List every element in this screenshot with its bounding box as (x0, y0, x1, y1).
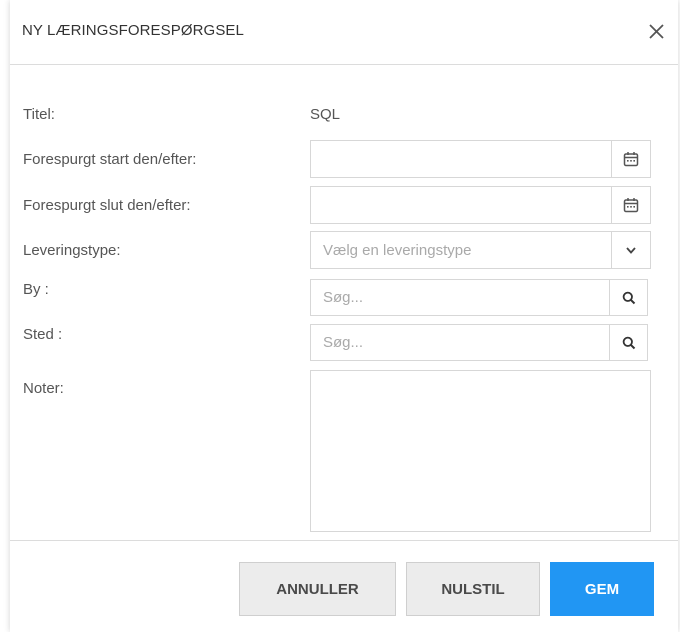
calendar-icon (623, 152, 639, 167)
end-date-calendar-button[interactable] (611, 187, 650, 223)
search-icon (622, 291, 635, 304)
end-date-label: Forespurgt slut den/efter: (23, 197, 191, 214)
delivery-type-label: Leveringstype: (23, 242, 121, 259)
calendar-icon (623, 198, 639, 213)
search-icon (622, 336, 635, 349)
save-button[interactable]: GEM (550, 562, 654, 616)
title-label: Titel: (23, 106, 55, 123)
start-date-calendar-button[interactable] (611, 141, 650, 177)
start-date-field (310, 140, 651, 178)
notes-textarea[interactable] (311, 371, 650, 531)
start-date-input[interactable] (311, 141, 611, 177)
place-label: Sted : (23, 326, 63, 343)
dialog-header: NY LÆRINGSFORESPØRGSEL (10, 0, 678, 65)
reset-button[interactable]: NULSTIL (406, 562, 540, 616)
start-date-label: Forespurgt start den/efter: (23, 151, 197, 168)
place-search-field (310, 324, 648, 361)
delivery-type-dropdown-toggle[interactable] (611, 232, 650, 268)
end-date-field (310, 186, 651, 224)
dialog-title: NY LÆRINGSFORESPØRGSEL (22, 22, 244, 39)
notes-field (310, 370, 651, 532)
cancel-button[interactable]: ANNULLER (239, 562, 396, 616)
chevron-down-icon (626, 247, 636, 254)
city-search-input[interactable] (311, 280, 569, 315)
place-search-input[interactable] (311, 325, 569, 360)
title-value: SQL (310, 106, 341, 123)
learning-request-dialog: NY LÆRINGSFORESPØRGSEL Titel: SQL Foresp… (10, 0, 678, 632)
city-search-field (310, 279, 648, 316)
notes-label: Noter: (23, 380, 64, 397)
close-button[interactable] (644, 18, 670, 44)
city-search-button[interactable] (609, 280, 647, 315)
close-icon (649, 24, 664, 39)
footer-divider (10, 540, 678, 541)
delivery-type-placeholder: Vælg en leveringstype (323, 242, 472, 259)
place-search-button[interactable] (609, 325, 647, 360)
delivery-type-select[interactable]: Vælg en leveringstype (310, 231, 651, 269)
city-label: By : (23, 281, 49, 298)
end-date-input[interactable] (311, 187, 611, 223)
